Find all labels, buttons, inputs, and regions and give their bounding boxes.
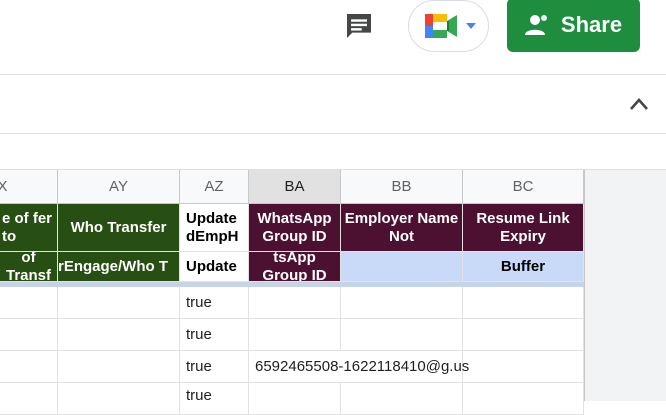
column-header-bb[interactable]: BB [341, 170, 463, 204]
column-header-ay[interactable]: AY [58, 170, 180, 204]
table-cell[interactable] [463, 319, 584, 351]
dropdown-arrow-icon [466, 23, 476, 29]
table-cell[interactable]: true [180, 383, 249, 415]
header-cell-bb-1[interactable]: Employer Name Not [341, 204, 463, 252]
table-cell[interactable] [249, 319, 341, 351]
table-cell[interactable]: true [180, 319, 249, 351]
column-header-az[interactable]: AZ [180, 170, 249, 204]
table-cell[interactable] [0, 319, 58, 351]
table-cell[interactable] [341, 319, 463, 351]
table-cell[interactable] [249, 287, 341, 319]
table-cell[interactable] [58, 287, 180, 319]
chevron-up-icon [630, 98, 648, 110]
meet-button[interactable] [408, 0, 489, 52]
grid-empty-area [584, 170, 666, 401]
table-cell[interactable] [58, 319, 180, 351]
top-toolbar: Share [0, 0, 666, 74]
column-header-x[interactable]: X [0, 170, 58, 204]
header-cell-bc-2[interactable]: Buffer [463, 252, 584, 282]
table-cell[interactable] [463, 383, 584, 415]
table-cell[interactable] [58, 383, 180, 415]
table-cell[interactable]: 6592465508-1622118410@g.us [249, 351, 469, 383]
table-cell[interactable]: true [180, 351, 249, 383]
share-label: Share [560, 12, 623, 37]
share-button[interactable]: Share [507, 0, 640, 52]
comment-history-button[interactable] [336, 4, 382, 48]
header-cell-ay-1[interactable]: Who Transfer [58, 204, 180, 252]
header-cell-bc-1[interactable]: Resume Link Expiry [463, 204, 584, 252]
table-cell[interactable] [463, 351, 584, 383]
column-header-bc[interactable]: BC [463, 170, 584, 204]
header-cell-bb-2[interactable] [341, 252, 463, 282]
header-cell-x-2[interactable]: of Transf [0, 252, 58, 282]
table-cell[interactable] [58, 351, 180, 383]
table-cell[interactable] [249, 383, 341, 415]
header-cell-ba-2[interactable]: tsApp Group ID [249, 252, 341, 282]
column-header-ba[interactable]: BA [249, 170, 341, 204]
table-cell[interactable] [0, 351, 58, 383]
header-cell-az-1[interactable]: Update dEmpH [180, 204, 249, 252]
header-cell-az-2[interactable]: Update [180, 252, 249, 282]
formula-input-row[interactable] [0, 134, 666, 170]
table-cell[interactable] [341, 383, 463, 415]
formula-bar-area [0, 74, 666, 134]
person-icon [524, 15, 547, 35]
spreadsheet-grid: X AY AZ BA BB BC e of fer to Who Transfe… [0, 170, 666, 415]
header-cell-x-1[interactable]: e of fer to [0, 204, 58, 252]
comment-icon [347, 14, 371, 38]
collapse-toolbar-button[interactable] [626, 91, 652, 117]
table-cell[interactable] [463, 287, 584, 319]
header-cell-ay-2[interactable]: rEngage/Who T [58, 252, 180, 282]
table-cell[interactable]: true [180, 287, 249, 319]
table-cell[interactable] [0, 287, 58, 319]
table-cell[interactable] [341, 287, 463, 319]
table-cell[interactable] [0, 383, 58, 415]
header-cell-ba-1[interactable]: WhatsApp Group ID [249, 204, 341, 252]
google-meet-icon [425, 14, 457, 38]
